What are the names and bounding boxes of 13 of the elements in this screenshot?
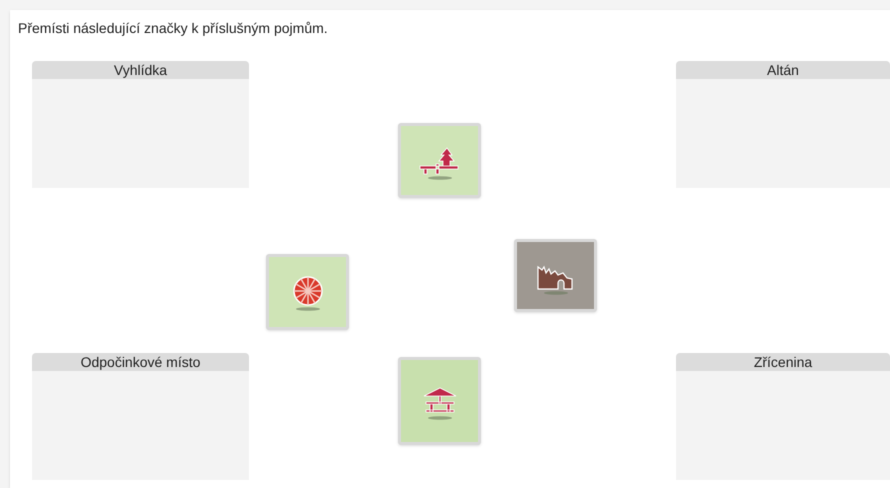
drop-zone[interactable]: Altán	[676, 61, 890, 188]
instruction-text: Přemísti následující značky k příslušným pojmům.	[17, 19, 329, 37]
drop-zone[interactable]: Vyhlídka	[32, 61, 249, 188]
zone-label: Odpočinkové místo	[32, 353, 249, 371]
zone-label: Altán	[676, 61, 890, 79]
draggable-tile[interactable]	[514, 239, 597, 312]
draggable-tile[interactable]	[398, 123, 481, 198]
draggable-tile[interactable]	[398, 357, 481, 445]
drop-zone[interactable]: Zřícenina	[676, 353, 890, 480]
draggable-tile[interactable]	[266, 254, 349, 330]
zone-label: Zřícenina	[676, 353, 890, 371]
drop-zone[interactable]: Odpočinkové místo	[32, 353, 249, 480]
zone-label: Vyhlídka	[32, 61, 249, 79]
